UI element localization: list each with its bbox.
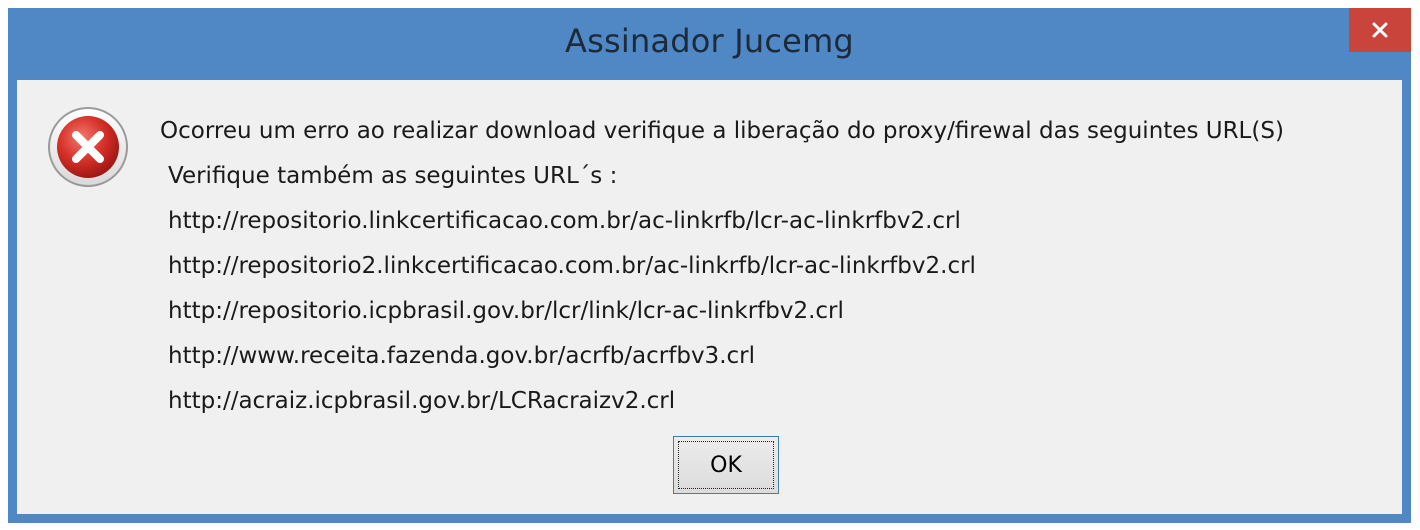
close-button[interactable] bbox=[1349, 8, 1411, 52]
ok-button-label: OK bbox=[678, 441, 774, 489]
dialog-window: Assinador Jucemg Ocorreu um erro ao real… bbox=[8, 8, 1411, 523]
error-message: Ocorreu um erro ao realizar download ver… bbox=[160, 109, 1392, 424]
title-bar[interactable]: Assinador Jucemg bbox=[8, 8, 1411, 80]
ok-button[interactable]: OK bbox=[673, 436, 779, 494]
message-line: Verifique também as seguintes URL´s : bbox=[168, 163, 618, 189]
message-line: Ocorreu um erro ao realizar download ver… bbox=[160, 118, 1284, 144]
ok-button-container: OK bbox=[673, 436, 779, 494]
window-title: Assinador Jucemg bbox=[565, 22, 854, 60]
url-line: http://repositorio.icpbrasil.gov.br/lcr/… bbox=[168, 298, 844, 324]
dialog-body: Ocorreu um erro ao realizar download ver… bbox=[17, 80, 1402, 514]
error-icon bbox=[48, 107, 128, 187]
url-line: http://acraiz.icpbrasil.gov.br/LCRacraiz… bbox=[168, 388, 676, 414]
url-line: http://repositorio2.linkcertificacao.com… bbox=[168, 253, 976, 279]
url-line: http://www.receita.fazenda.gov.br/acrfb/… bbox=[168, 343, 755, 369]
close-icon bbox=[1372, 22, 1388, 38]
url-line: http://repositorio.linkcertificacao.com.… bbox=[168, 208, 961, 234]
